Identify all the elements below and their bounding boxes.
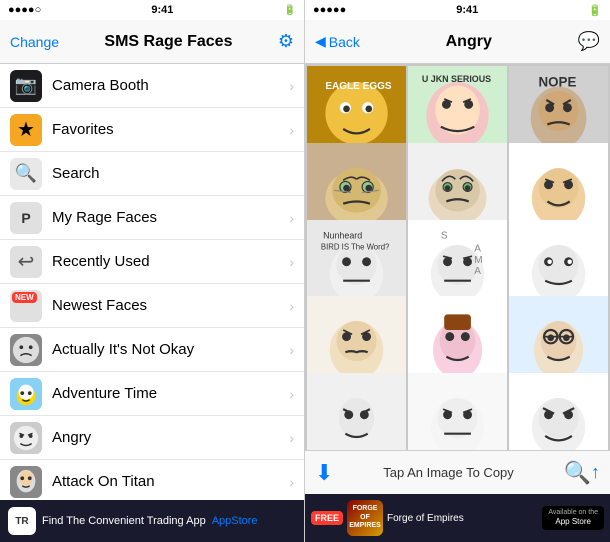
download-icon[interactable]: ⬇ [315, 460, 333, 486]
bottom-toolbar: ⬇ Tap An Image To Copy 🔍 ↑ [305, 450, 610, 494]
status-bar-right: ●●●●● 9:41 🔋 [305, 0, 610, 20]
adventure-time-label: Adventure Time [52, 385, 289, 402]
battery-right: 🔋 [588, 4, 602, 17]
message-icon[interactable]: 💬 [578, 31, 600, 52]
forge-empires-logo: FORGE OF EMPIRES [347, 500, 383, 536]
tap-to-copy-text: Tap An Image To Copy [333, 465, 563, 480]
signal-right: ●●●●● [313, 4, 346, 16]
time-left: 9:41 [151, 4, 173, 16]
right-nav-title: Angry [446, 33, 492, 51]
menu-item-angry[interactable]: Angry › [0, 416, 304, 460]
svg-text:BIRD IS The Word?: BIRD IS The Word? [321, 242, 390, 251]
not-okay-icon [10, 334, 42, 366]
camera-booth-label: Camera Booth [52, 77, 289, 94]
menu-item-newest-faces[interactable]: NEW Newest Faces › [0, 284, 304, 328]
status-bar-left: ●●●●○ 9:41 🔋 [0, 0, 304, 20]
left-nav-title: SMS Rage Faces [104, 33, 232, 51]
chevron-icon: › [289, 210, 294, 226]
game-name: FORGE OF EMPIRES [347, 505, 383, 530]
newest-faces-label: Newest Faces [52, 297, 289, 314]
actually-not-okay-label: Actually It's Not Okay [52, 341, 289, 358]
chevron-icon: › [289, 78, 294, 94]
right-ad-banner[interactable]: FREE FORGE OF EMPIRES Forge of Empires A… [305, 494, 610, 542]
titan-icon [10, 466, 42, 498]
svg-text:U JKN SERIOUS: U JKN SERIOUS [422, 74, 491, 84]
favorites-label: Favorites [52, 121, 289, 138]
meme-grid: EAGLE EGGS U JKN SERIOUS [305, 64, 610, 450]
share-icon[interactable]: ↑ [591, 462, 600, 483]
star-icon: ★ [10, 114, 42, 146]
left-ad-banner[interactable]: TR Find The Convenient Trading App AppSt… [0, 500, 304, 542]
my-rage-faces-label: My Rage Faces [52, 209, 289, 226]
ad-game-text: Forge of Empires [387, 513, 538, 524]
recently-used-label: Recently Used [52, 253, 289, 270]
attack-on-titan-label: Attack On Titan [52, 473, 289, 490]
my-rage-icon: P [10, 202, 42, 234]
svg-text:NOPE: NOPE [538, 75, 576, 90]
search-icon-toolbar[interactable]: 🔍 [564, 460, 591, 486]
nav-bar-right: ◀ Back Angry 💬 [305, 20, 610, 64]
new-badge: NEW [12, 292, 37, 303]
menu-item-camera-booth[interactable]: 📷 Camera Booth › [0, 64, 304, 108]
ad-text-left: Find The Convenient Trading App [42, 515, 206, 527]
svg-text:M: M [474, 254, 482, 265]
newest-icon: NEW [10, 290, 42, 322]
left-panel: ●●●●○ 9:41 🔋 Change SMS Rage Faces ⚙ 📷 C… [0, 0, 305, 542]
chevron-icon: › [289, 298, 294, 314]
search-label: Search [52, 165, 294, 182]
chevron-icon: › [289, 254, 294, 270]
chevron-icon: › [289, 342, 294, 358]
recent-icon: ↩ [10, 246, 42, 278]
search-icon: 🔍 [10, 158, 42, 190]
camera-icon: 📷 [10, 70, 42, 102]
meme-fuck[interactable]: Fuck [307, 373, 406, 450]
angry-icon [10, 422, 42, 454]
svg-text:Nunheard: Nunheard [323, 230, 362, 240]
chevron-icon: › [289, 474, 294, 490]
right-panel: ●●●●● 9:41 🔋 ◀ Back Angry 💬 EAGLE EGGS [305, 0, 610, 542]
menu-item-attack-on-titan[interactable]: Attack On Titan › [0, 460, 304, 500]
meme-rage-face[interactable] [509, 373, 608, 450]
gear-icon[interactable]: ⚙ [278, 31, 294, 52]
menu-item-actually-not-okay[interactable]: Actually It's Not Okay › [0, 328, 304, 372]
back-button[interactable]: ◀ Back [315, 33, 360, 50]
app-store-label: App Store [555, 517, 591, 527]
angry-label: Angry [52, 429, 289, 446]
chevron-icon: › [289, 430, 294, 446]
signal-left: ●●●●○ [8, 4, 41, 16]
nav-bar-left: Change SMS Rage Faces ⚙ [0, 20, 304, 64]
menu-item-search[interactable]: 🔍 Search [0, 152, 304, 196]
ad-icon-left: TR [8, 507, 36, 535]
appstore-badge[interactable]: Available on the App Store [542, 506, 604, 529]
meme-poker-face[interactable] [408, 373, 507, 450]
svg-text:EAGLE EGGS: EAGLE EGGS [325, 81, 392, 92]
chevron-icon: › [289, 122, 294, 138]
menu-item-favorites[interactable]: ★ Favorites › [0, 108, 304, 152]
menu-item-recently-used[interactable]: ↩ Recently Used › [0, 240, 304, 284]
time-right: 9:41 [456, 4, 478, 16]
appstore-link-left[interactable]: AppStore [212, 515, 258, 527]
chevron-icon: › [289, 386, 294, 402]
available-on-label: Available on the [548, 508, 598, 517]
battery-left: 🔋 [284, 5, 296, 16]
free-badge: FREE [311, 511, 343, 525]
svg-text:S: S [441, 230, 448, 241]
menu-list: 📷 Camera Booth › ★ Favorites › 🔍 Search … [0, 64, 304, 500]
back-arrow-icon: ◀ [315, 33, 326, 50]
menu-item-my-rage-faces[interactable]: P My Rage Faces › [0, 196, 304, 240]
change-button[interactable]: Change [10, 34, 59, 50]
menu-item-adventure-time[interactable]: Adventure Time › [0, 372, 304, 416]
svg-text:A: A [474, 243, 481, 254]
adventure-icon [10, 378, 42, 410]
svg-text:A: A [474, 266, 481, 277]
back-label: Back [329, 34, 360, 50]
